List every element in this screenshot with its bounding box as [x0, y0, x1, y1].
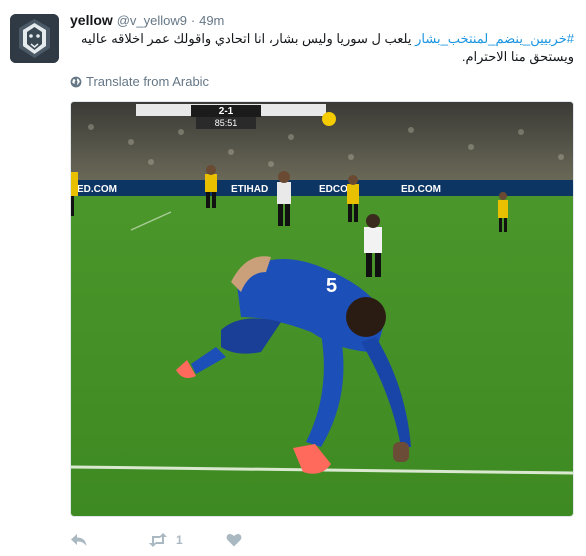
score: 2-1 — [219, 106, 234, 117]
username[interactable]: @v_yellow9 — [117, 13, 187, 28]
tweet: yellow @v_yellow9 · 49m #خربيين_ينضم_لمن… — [0, 0, 586, 556]
avatar[interactable] — [10, 14, 59, 63]
heart-icon — [226, 533, 242, 547]
separator-dot: · — [190, 13, 196, 28]
reply-button[interactable] — [70, 533, 148, 547]
timestamp[interactable]: 49m — [199, 13, 224, 28]
retweet-button[interactable]: 1 — [148, 533, 226, 547]
football-photo: ED.COM ETIHAD EDCOM ED.COM 2-1 85:51 5 — [71, 102, 573, 516]
ad-text: ED.COM — [401, 184, 441, 195]
translate-label: Translate from Arabic — [86, 74, 210, 89]
tweet-header: yellow @v_yellow9 · 49m — [70, 12, 224, 28]
ad-text: ETIHAD — [231, 184, 268, 195]
retweet-icon — [149, 533, 167, 547]
like-button[interactable] — [226, 533, 242, 547]
fullname[interactable]: yellow — [70, 12, 113, 28]
tweet-media[interactable]: ED.COM ETIHAD EDCOM ED.COM 2-1 85:51 5 — [70, 101, 574, 517]
svg-text:5: 5 — [326, 275, 337, 297]
lion-avatar-icon — [10, 14, 59, 63]
tweet-actions: 1 — [70, 530, 242, 550]
match-clock: 85:51 — [215, 118, 238, 128]
tweet-text: #خربيين_ينضم_لمنتخب_بشار يلعب ل سوريا ول… — [70, 30, 574, 66]
translate-link[interactable]: Translate from Arabic — [70, 74, 209, 89]
globe-icon — [70, 76, 82, 87]
ad-text: ED.COM — [77, 184, 117, 195]
retweet-count: 1 — [176, 533, 183, 547]
hashtag-link[interactable]: #خربيين_ينضم_لمنتخب_بشار — [415, 31, 574, 46]
reply-icon — [71, 534, 87, 546]
